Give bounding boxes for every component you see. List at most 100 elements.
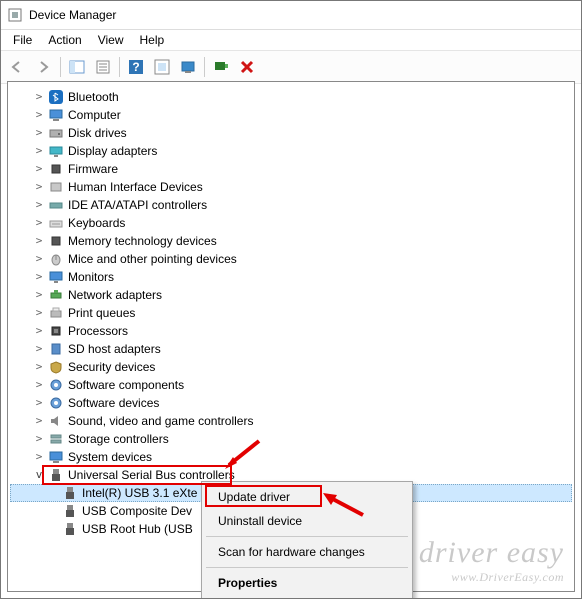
forward-button[interactable] <box>32 55 56 79</box>
tree-label: Mice and other pointing devices <box>68 250 237 268</box>
tree-node[interactable]: > System devices <box>10 448 572 466</box>
system-icon <box>48 449 64 465</box>
chevron-right-icon[interactable]: > <box>32 124 46 142</box>
tree-label: Disk drives <box>68 124 127 142</box>
ctx-scan-hardware[interactable]: Scan for hardware changes <box>204 540 410 564</box>
tree-label: Processors <box>68 322 128 340</box>
tree-label: Print queues <box>68 304 135 322</box>
chevron-right-icon[interactable]: > <box>32 106 46 124</box>
help-button[interactable]: ? <box>124 55 148 79</box>
tree-node[interactable]: > Mice and other pointing devices <box>10 250 572 268</box>
menu-action[interactable]: Action <box>40 31 89 49</box>
tree-label: Storage controllers <box>68 430 169 448</box>
chevron-right-icon[interactable]: > <box>32 88 46 106</box>
menubar: File Action View Help <box>1 30 581 50</box>
tree-node[interactable]: > Network adapters <box>10 286 572 304</box>
computer-icon <box>48 107 64 123</box>
chevron-right-icon[interactable]: > <box>32 322 46 340</box>
tree-node[interactable]: >Display adapters <box>10 142 572 160</box>
tree-label: Memory technology devices <box>68 232 217 250</box>
chevron-right-icon[interactable]: > <box>32 394 46 412</box>
cpu-icon <box>48 323 64 339</box>
tree-node[interactable]: > Keyboards <box>10 214 572 232</box>
context-menu: Update driver Uninstall device Scan for … <box>201 481 413 599</box>
chevron-right-icon[interactable]: > <box>32 358 46 376</box>
ctx-update-driver[interactable]: Update driver <box>204 485 410 509</box>
back-button[interactable] <box>6 55 30 79</box>
disk-icon <box>48 125 64 141</box>
chevron-right-icon[interactable]: > <box>32 430 46 448</box>
scan-hardware-button[interactable] <box>209 55 233 79</box>
chip-icon <box>48 233 64 249</box>
chevron-right-icon[interactable]: > <box>32 160 46 178</box>
chevron-right-icon[interactable]: > <box>32 214 46 232</box>
menu-file[interactable]: File <box>5 31 40 49</box>
chevron-right-icon[interactable]: > <box>32 196 46 214</box>
component-icon <box>48 377 64 393</box>
security-icon <box>48 359 64 375</box>
tree-label: Firmware <box>68 160 118 178</box>
toolbar-separator <box>119 57 120 77</box>
tree-node[interactable]: >IDE ATA/ATAPI controllers <box>10 196 572 214</box>
update-driver-button[interactable] <box>150 55 174 79</box>
keyboard-icon <box>48 215 64 231</box>
chevron-down-icon[interactable]: v <box>32 466 46 484</box>
menu-help[interactable]: Help <box>132 31 173 49</box>
chevron-right-icon[interactable]: > <box>32 142 46 160</box>
toolbar-separator <box>204 57 205 77</box>
tree-node[interactable]: >Monitors <box>10 268 572 286</box>
chevron-right-icon[interactable]: > <box>32 178 46 196</box>
chevron-right-icon[interactable]: > <box>32 376 46 394</box>
chevron-right-icon[interactable]: > <box>32 304 46 322</box>
ctx-uninstall-device[interactable]: Uninstall device <box>204 509 410 533</box>
ide-icon <box>48 197 64 213</box>
tree-node[interactable]: > Software devices <box>10 394 572 412</box>
tree-node[interactable]: > Bluetooth <box>10 88 572 106</box>
chevron-right-icon[interactable]: > <box>32 448 46 466</box>
watermark-line2: www.DriverEasy.com <box>419 570 564 585</box>
properties-button[interactable] <box>91 55 115 79</box>
usb-device-icon <box>62 485 78 501</box>
tree-node[interactable]: > Print queues <box>10 304 572 322</box>
usb-device-icon <box>62 503 78 519</box>
chevron-right-icon[interactable]: > <box>32 268 46 286</box>
tree-node[interactable]: > Disk drives <box>10 124 572 142</box>
tree-node[interactable]: >Sound, video and game controllers <box>10 412 572 430</box>
tree-node[interactable]: >Security devices <box>10 358 572 376</box>
tree-label: USB Root Hub (USB <box>82 520 193 538</box>
storage-icon <box>48 431 64 447</box>
tree-node[interactable]: >Software components <box>10 376 572 394</box>
display-adapter-icon <box>48 143 64 159</box>
menu-view[interactable]: View <box>90 31 132 49</box>
chevron-right-icon[interactable]: > <box>32 250 46 268</box>
tree-node[interactable]: > Storage controllers <box>10 430 572 448</box>
toolbar: ? <box>1 50 581 84</box>
tree-label: Software devices <box>68 394 159 412</box>
usb-icon <box>48 467 64 483</box>
tree-label: System devices <box>68 448 152 466</box>
tree-node[interactable]: > Firmware <box>10 160 572 178</box>
monitor-icon <box>48 269 64 285</box>
tree-node[interactable]: >Human Interface Devices <box>10 178 572 196</box>
chevron-right-icon[interactable]: > <box>32 340 46 358</box>
chevron-right-icon[interactable]: > <box>32 232 46 250</box>
enable-button[interactable] <box>176 55 200 79</box>
tree-node[interactable]: >SD host adapters <box>10 340 572 358</box>
ctx-separator <box>206 536 408 537</box>
tree-label: Intel(R) USB 3.1 eXte <box>82 484 197 502</box>
uninstall-button[interactable] <box>235 55 259 79</box>
tree-label: Keyboards <box>68 214 125 232</box>
sound-icon <box>48 413 64 429</box>
tree-label: Bluetooth <box>68 88 119 106</box>
tree-node[interactable]: >Computer <box>10 106 572 124</box>
tree-label: Network adapters <box>68 286 162 304</box>
tree-node[interactable]: > Processors <box>10 322 572 340</box>
chevron-right-icon[interactable]: > <box>32 286 46 304</box>
tree-node[interactable]: > Memory technology devices <box>10 232 572 250</box>
ctx-properties[interactable]: Properties <box>204 571 410 595</box>
chevron-right-icon[interactable]: > <box>32 412 46 430</box>
usb-device-icon <box>62 521 78 537</box>
device-tree[interactable]: > Bluetooth >Computer > Disk drives >Displ… <box>8 82 574 544</box>
show-console-tree-button[interactable] <box>65 55 89 79</box>
hid-icon <box>48 179 64 195</box>
